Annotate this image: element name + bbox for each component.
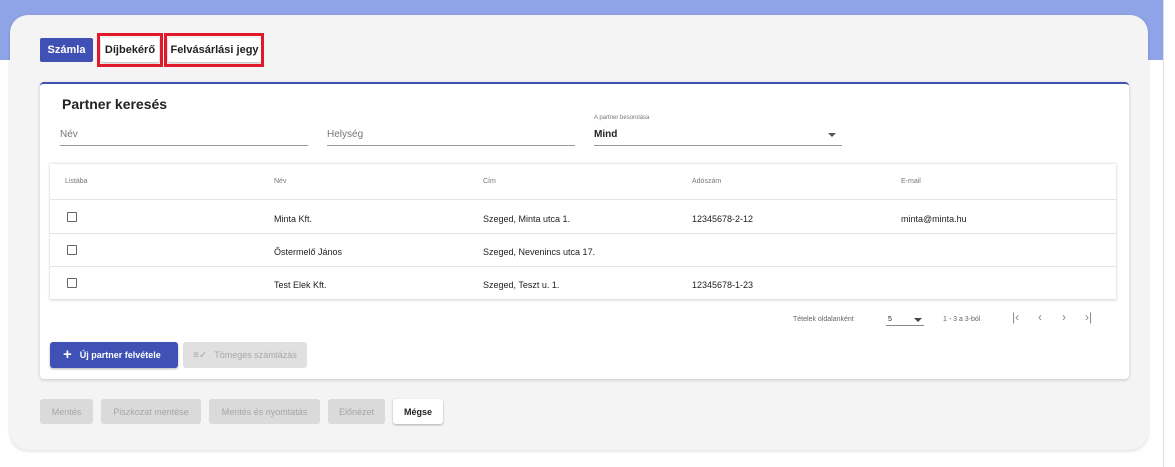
col-header-listaba: Listába [65,178,88,185]
cancel-label: Mégse [403,406,432,417]
city-input[interactable]: Helység [327,124,575,146]
save-draft-button[interactable]: Piszkozat mentése [101,399,201,424]
highlight-frame-felvasarlasi-jegy [164,33,264,67]
table-row[interactable]: Test Elek Kft. Szeged, Teszt u. 1. 12345… [50,268,1116,300]
tab-szamla-label: Számla [47,44,86,56]
right-scroll-strip [1163,0,1175,467]
page-range: 1 - 3 a 3-ból [943,316,981,323]
next-page-icon[interactable]: › [1062,310,1066,324]
per-page-value: 5 [888,316,892,323]
preview-label: Előnézet [338,406,375,417]
row-checkbox[interactable] [67,245,77,255]
col-header-cim[interactable]: Cím [483,178,496,185]
row-checkbox[interactable] [67,278,77,288]
save-button[interactable]: Mentés [40,399,93,424]
tab-szamla[interactable]: Számla [40,38,93,62]
partner-table: Listába Név Cím Adószám E-mail Minta Kft… [50,164,1116,300]
partner-class-label: A partner besorolása [594,115,650,121]
row-address: Szeged, Nevenincs utca 17. [483,247,596,257]
chevron-down-icon [914,318,922,322]
bulk-invoice-label: Tömeges számlázás [214,350,297,360]
add-partner-button[interactable]: + Új partner felvétele [50,342,178,368]
col-header-nev[interactable]: Név [274,178,286,185]
partner-search-panel: Partner keresés Név Helység A partner be… [40,82,1129,379]
row-checkbox[interactable] [67,212,77,222]
save-print-label: Mentés és nyomtatás [221,406,308,417]
highlight-frame-dijbekero [97,33,163,67]
per-page-select[interactable]: 5 [886,314,924,326]
last-page-icon[interactable]: ›| [1085,310,1092,324]
row-tax: 12345678-2-12 [692,214,754,224]
prev-page-icon[interactable]: ‹ [1038,310,1042,324]
save-draft-label: Piszkozat mentése [113,406,189,417]
row-name: Minta Kft. [274,214,313,224]
chevron-down-icon [828,133,836,137]
row-name: Test Elek Kft. [274,280,327,290]
save-button-label: Mentés [51,406,82,417]
name-input-label: Név [60,129,78,140]
partner-class-value: Mind [594,129,618,140]
per-page-label: Tételek oldalanként [793,316,854,323]
row-address: Szeged, Minta utca 1. [483,214,571,224]
save-print-button[interactable]: Mentés és nyomtatás [209,399,320,424]
first-page-icon[interactable]: |‹ [1012,310,1019,324]
row-tax: 12345678-1-23 [692,280,754,290]
name-input[interactable]: Név [60,124,308,146]
panel-title: Partner keresés [62,96,168,112]
col-header-email[interactable]: E-mail [901,178,921,185]
playlist-check-icon: ≡✓ [193,349,208,361]
row-email: minta@minta.hu [901,214,967,224]
cancel-button[interactable]: Mégse [393,399,443,424]
table-row[interactable]: Őstermelő János Szeged, Nevenincs utca 1… [50,235,1116,267]
row-address: Szeged, Teszt u. 1. [483,280,560,290]
city-input-label: Helység [327,129,364,140]
partner-class-select[interactable]: A partner besorolása Mind [594,115,842,146]
table-row[interactable]: Minta Kft. Szeged, Minta utca 1. 1234567… [50,202,1116,234]
add-partner-label: Új partner felvétele [79,350,161,360]
bulk-invoice-button[interactable]: ≡✓ Tömeges számlázás [183,342,307,368]
table-header-row: Listába Név Cím Adószám E-mail [50,164,1116,200]
plus-icon: + [63,346,72,363]
row-name: Őstermelő János [274,247,343,257]
preview-button[interactable]: Előnézet [328,399,385,424]
col-header-adoszam[interactable]: Adószám [692,178,721,185]
